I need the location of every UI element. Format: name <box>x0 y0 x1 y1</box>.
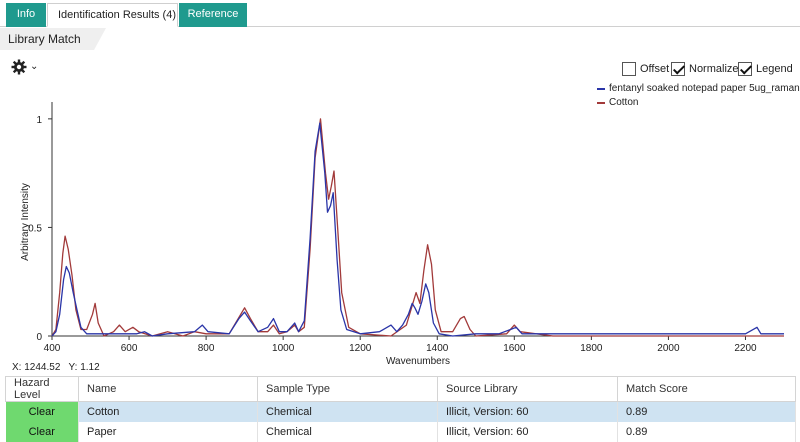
source-library-cell: Illicit, Version: 60 <box>437 401 618 422</box>
name-cell: Cotton <box>78 401 258 422</box>
x-tick-label: 600 <box>121 343 138 354</box>
cursor-y: Y: 1.12 <box>68 362 100 373</box>
source-library-cell: Illicit, Version: 60 <box>437 421 618 442</box>
offset-label: Offset <box>640 62 670 75</box>
y-tick-label: 0 <box>36 332 42 343</box>
legend-label: fentanyl soaked notepad paper 5ug_raman <box>609 83 800 94</box>
series-line-cotton <box>51 118 784 337</box>
x-tick-label: 2000 <box>657 343 680 354</box>
x-axis-title: Wavenumbers <box>386 356 450 367</box>
tab-info[interactable]: Info <box>6 3 46 27</box>
panel-title: Library Match <box>0 28 106 50</box>
column-header[interactable]: Name <box>78 376 258 402</box>
tab-bar: Info Identification Results (4) Referenc… <box>0 0 800 27</box>
legend-entry: Cotton <box>597 96 800 110</box>
normalize-label: Normalize <box>689 62 739 75</box>
legend-checkbox[interactable] <box>738 61 752 76</box>
x-tick-label: 1400 <box>426 343 449 354</box>
legend-entry: fentanyl soaked notepad paper 5ug_raman <box>597 82 800 96</box>
legend-option[interactable]: Legend <box>738 61 793 76</box>
normalize-option[interactable]: Normalize <box>671 61 739 76</box>
x-tick-label: 1600 <box>503 343 526 354</box>
x-tick-label: 1000 <box>272 343 295 354</box>
match-score-cell: 0.89 <box>617 421 796 442</box>
sample-type-cell: Chemical <box>257 421 438 442</box>
legend-label: Legend <box>756 62 793 75</box>
series-line-sample <box>51 122 784 337</box>
y-tick-label: 1 <box>36 115 42 126</box>
sample-type-cell: Chemical <box>257 401 438 422</box>
spectrum-chart[interactable]: 400 600 800 1000 1200 1400 1600 1800 2000 220000.… <box>0 84 800 374</box>
hazard-level-cell: Clear <box>5 421 79 442</box>
chevron-down-icon[interactable]: ⌄ <box>30 60 38 74</box>
x-tick-label: 2200 <box>734 343 757 354</box>
tab-identification-results[interactable]: Identification Results (4) <box>47 3 178 27</box>
results-table: Hazard Level Name Sample Type Source Lib… <box>5 376 796 442</box>
legend-swatch <box>597 102 605 104</box>
column-header[interactable]: Hazard Level <box>5 376 79 402</box>
column-header[interactable]: Source Library <box>437 376 618 402</box>
column-header[interactable]: Match Score <box>617 376 796 402</box>
offset-checkbox[interactable] <box>622 61 636 76</box>
tab-reference[interactable]: Reference <box>179 3 247 27</box>
table-row[interactable]: Clear Paper Chemical Illicit, Version: 6… <box>5 421 796 442</box>
chart-legend: fentanyl soaked notepad paper 5ug_raman … <box>597 82 800 110</box>
x-tick-label: 1800 <box>580 343 603 354</box>
x-tick-label: 400 <box>44 343 61 354</box>
cursor-x: X: 1244.52 <box>12 362 61 373</box>
legend-swatch <box>597 88 605 90</box>
table-header: Hazard Level Name Sample Type Source Lib… <box>5 376 796 402</box>
offset-option[interactable]: Offset <box>622 61 669 76</box>
table-row[interactable]: Clear Cotton Chemical Illicit, Version: … <box>5 401 796 422</box>
x-tick-label: 800 <box>198 343 215 354</box>
cursor-readout: X: 1244.52 Y: 1.12 <box>12 362 100 373</box>
column-header[interactable]: Sample Type <box>257 376 438 402</box>
name-cell: Paper <box>78 421 258 442</box>
gear-icon[interactable] <box>11 59 27 75</box>
x-tick-label: 1200 <box>349 343 372 354</box>
y-axis-title: Arbitrary Intensity <box>20 183 31 261</box>
match-score-cell: 0.89 <box>617 401 796 422</box>
hazard-level-cell: Clear <box>5 401 79 422</box>
normalize-checkbox[interactable] <box>671 61 685 76</box>
legend-label: Cotton <box>609 97 639 108</box>
